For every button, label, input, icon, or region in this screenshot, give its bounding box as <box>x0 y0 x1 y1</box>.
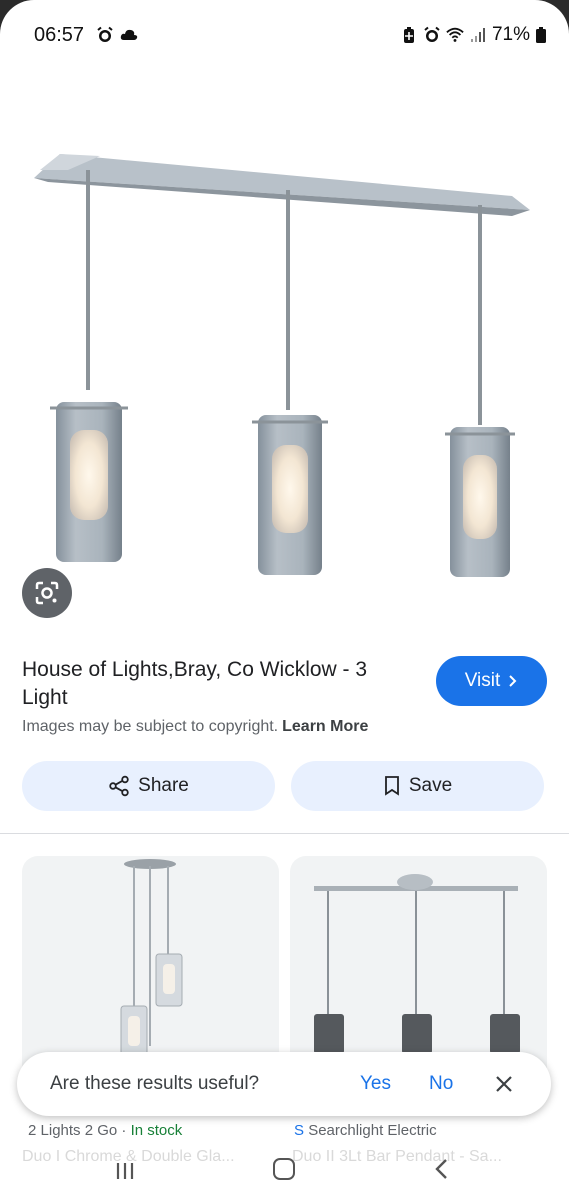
battery-percent: 71% <box>491 24 530 45</box>
signal-icon <box>470 28 485 42</box>
alarm-icon <box>424 26 440 42</box>
result-image[interactable] <box>0 70 569 640</box>
home-icon[interactable] <box>273 1158 295 1180</box>
close-icon[interactable] <box>493 1073 515 1095</box>
pendant-light-illustration <box>34 154 530 577</box>
wifi-icon <box>446 27 464 42</box>
cloud-icon <box>120 29 138 40</box>
related-source: 2 Lights 2 Go · In stock <box>28 1122 278 1139</box>
back-icon[interactable] <box>432 1156 452 1182</box>
chevron-right-icon <box>509 675 517 687</box>
feedback-prompt: Are these results useful? Yes No <box>17 1052 551 1116</box>
save-button[interactable]: Save <box>291 761 544 811</box>
battery-saver-icon <box>403 27 414 43</box>
learn-more-link[interactable]: Learn More <box>282 718 368 735</box>
feedback-question: Are these results useful? <box>50 1073 260 1094</box>
share-button[interactable]: Share <box>22 761 275 811</box>
status-right: 71% <box>400 24 547 46</box>
feedback-yes-button[interactable]: Yes <box>360 1073 391 1095</box>
visit-button[interactable]: Visit <box>436 656 547 706</box>
battery-icon <box>536 27 546 43</box>
feedback-no-button[interactable]: No <box>429 1073 453 1095</box>
copyright-text: Images may be subject to copyright. <box>22 718 279 735</box>
status-left-icons <box>96 26 138 44</box>
source-name: Searchlight Electric <box>308 1122 437 1139</box>
system-nav-bar <box>0 1150 569 1200</box>
share-label: Share <box>138 775 189 796</box>
visit-label: Visit <box>464 670 501 691</box>
related-source: S Searchlight Electric <box>294 1122 544 1139</box>
availability-badge: In stock <box>130 1122 183 1139</box>
save-label: Save <box>408 775 453 796</box>
copyright-notice: Images may be subject to copyright. Learn… <box>22 718 368 736</box>
divider <box>0 833 569 834</box>
source-favicon: 2 <box>28 1122 37 1139</box>
status-bar: 06:57 71% <box>0 0 569 70</box>
result-title[interactable]: House of Lights,Bray, Co Wicklow - 3 Lig… <box>22 656 417 712</box>
status-time: 06:57 <box>34 24 85 46</box>
screen: 06:57 71% House of Lights,Bray, Co Wickl… <box>0 0 569 1200</box>
source-name: Lights 2 Go <box>40 1122 118 1139</box>
bookmark-icon <box>384 776 399 796</box>
lens-button[interactable] <box>22 568 72 618</box>
google-lens-icon <box>35 581 59 605</box>
meta-separator: · <box>121 1122 127 1139</box>
recent-apps-icon[interactable] <box>114 1160 136 1182</box>
share-icon <box>109 775 129 797</box>
alarm-icon <box>97 26 113 42</box>
source-favicon: S <box>294 1122 305 1139</box>
